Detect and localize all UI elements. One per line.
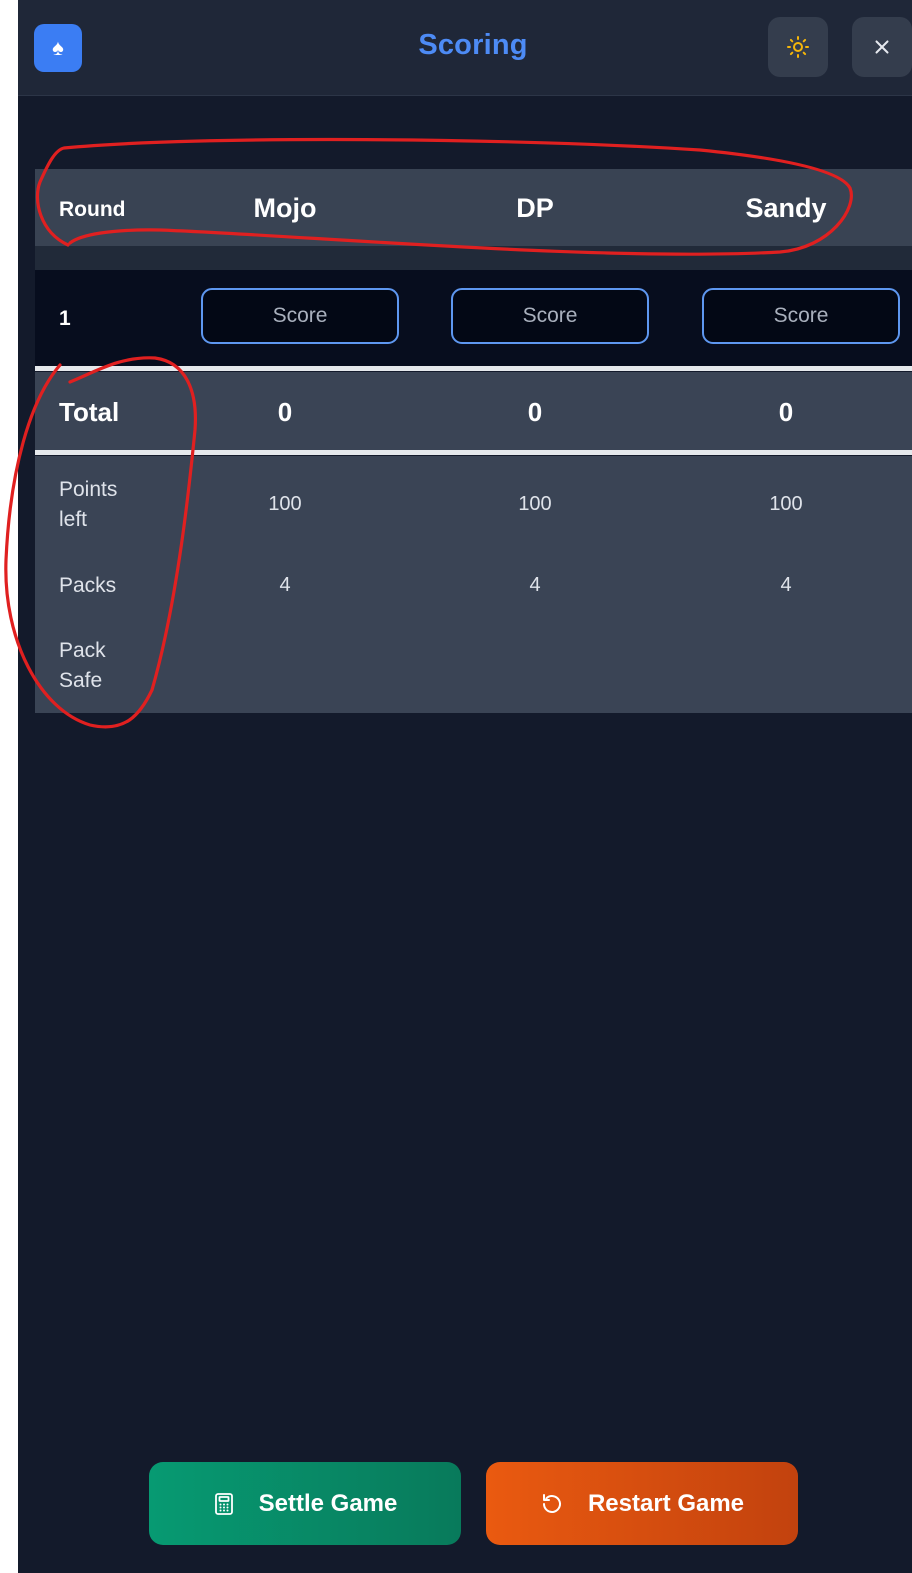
- round-number: 1: [59, 307, 71, 330]
- score-input-mojo[interactable]: [201, 288, 399, 344]
- points-left-dp: 100: [518, 493, 552, 515]
- packs-label: Packs: [59, 574, 117, 597]
- close-icon: [875, 40, 889, 54]
- divider: [35, 450, 912, 455]
- pack-safe-label: Pack Safe: [59, 639, 106, 692]
- packs-dp: 4: [529, 574, 541, 596]
- header-bar: ♠ Scoring: [18, 0, 912, 96]
- scoring-screen: ♠ Scoring Round Mojo DP Sandy 1 Score Sc…: [18, 0, 912, 1573]
- packs-mojo: 4: [279, 574, 291, 596]
- player-header-dp: DP: [516, 193, 554, 223]
- score-input-dp[interactable]: [451, 288, 649, 344]
- player-header-mojo: Mojo: [253, 193, 317, 223]
- points-left-label: Points left: [59, 478, 118, 531]
- sun-icon: [787, 36, 809, 58]
- rotate-ccw-icon: [540, 1492, 564, 1516]
- calculator-icon: [213, 1492, 235, 1516]
- settle-game-button[interactable]: Settle Game: [149, 1462, 461, 1545]
- round-column-header: Round: [59, 198, 126, 221]
- table-header-row: Round Mojo DP Sandy: [35, 169, 912, 246]
- total-row: Total 0 0 0: [35, 372, 912, 450]
- total-sandy: 0: [778, 397, 794, 427]
- header-spacer: [35, 246, 912, 270]
- stats-section: Points left 100 100 100 Packs 4 4 4 Pack…: [35, 456, 912, 713]
- settle-game-label: Settle Game: [258, 1489, 398, 1517]
- score-input-sandy[interactable]: [702, 288, 900, 344]
- theme-toggle-button[interactable]: [768, 17, 828, 77]
- total-dp: 0: [527, 397, 543, 427]
- packs-sandy: 4: [780, 574, 792, 596]
- divider: [35, 366, 912, 371]
- close-button[interactable]: [852, 17, 912, 77]
- restart-game-label: Restart Game: [587, 1489, 745, 1517]
- round-row: 1: [35, 270, 912, 366]
- points-left-mojo: 100: [268, 493, 302, 515]
- total-label: Total: [59, 397, 120, 427]
- points-left-sandy: 100: [769, 493, 803, 515]
- player-header-sandy: Sandy: [745, 193, 827, 223]
- restart-game-button[interactable]: Restart Game: [486, 1462, 798, 1545]
- total-mojo: 0: [277, 397, 293, 427]
